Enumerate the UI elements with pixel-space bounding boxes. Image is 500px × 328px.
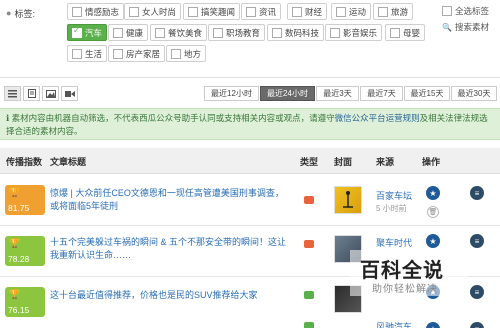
- tag-item[interactable]: 职场教育: [208, 24, 266, 41]
- tag-filter-label: ● 标签:: [6, 6, 35, 20]
- score-badge: 🏆 78.28: [5, 236, 45, 266]
- time-filter-15d[interactable]: 最近15天: [404, 86, 450, 101]
- watermark: 百科全说 助你轻松解决: [350, 250, 468, 296]
- cover-thumbnail[interactable]: [334, 186, 362, 214]
- checkbox-icon[interactable]: [171, 48, 181, 59]
- post-time: 5 小时前: [376, 204, 407, 213]
- video-icon: [304, 196, 314, 204]
- table-row: 🏆 81.75 惊爆 | 大众前任CEO文德恩和一现任高管遭美国刑事调查，或将面…: [0, 175, 500, 226]
- checkbox-icon[interactable]: [213, 27, 223, 38]
- tag-item-selected[interactable]: 汽车: [67, 24, 108, 41]
- checkbox-icon[interactable]: [155, 27, 165, 38]
- checkbox-icon[interactable]: [442, 6, 452, 16]
- image-icon: [304, 322, 314, 328]
- source-link[interactable]: 百家车坛: [376, 189, 412, 202]
- tag-item[interactable]: 餐饮美食: [150, 24, 208, 41]
- trash-icon[interactable]: 🗑: [427, 206, 439, 218]
- watermark-subtitle: 助你轻松解决: [372, 284, 438, 295]
- select-all-tags[interactable]: 全选标签: [442, 5, 489, 17]
- checkbox-checked-icon[interactable]: [72, 26, 82, 38]
- list-icon[interactable]: ≡: [470, 186, 484, 200]
- column-score[interactable]: 传播指数: [6, 155, 42, 168]
- image-icon: [304, 291, 314, 299]
- rules-link[interactable]: 微信公众平台运营规则: [335, 113, 420, 123]
- checkbox-icon[interactable]: [113, 48, 123, 59]
- tag-item[interactable]: 健康: [108, 24, 149, 41]
- column-cover: 封面: [334, 157, 353, 167]
- favorite-star-icon[interactable]: ★: [426, 322, 440, 328]
- checkbox-icon[interactable]: [113, 27, 123, 38]
- search-material-link[interactable]: 🔍 搜索素材: [442, 21, 489, 33]
- checkbox-icon[interactable]: [72, 48, 82, 59]
- notice-text: 素材内容由机器自动筛选，不代表西瓜公众号助手认同或支持相关内容或观点，请遵守: [11, 113, 335, 123]
- checkbox-icon[interactable]: [390, 27, 400, 38]
- checkbox-icon[interactable]: [246, 6, 256, 17]
- time-filter-3d[interactable]: 最近3天: [316, 86, 359, 101]
- time-filter-24h[interactable]: 最近24小时: [260, 86, 315, 101]
- list-icon[interactable]: ≡: [470, 285, 484, 299]
- trophy-icon: 🏆: [9, 238, 21, 248]
- checkbox-icon[interactable]: [272, 27, 282, 38]
- tag-item[interactable]: 母婴: [385, 24, 426, 41]
- time-filter-30d[interactable]: 最近30天: [451, 86, 497, 101]
- list-view-button[interactable]: [4, 86, 21, 101]
- column-operations: 操作: [422, 157, 441, 167]
- tag-item[interactable]: 旅游: [373, 3, 414, 20]
- score-badge: 🏆 81.75: [5, 185, 45, 215]
- tag-item[interactable]: 数码科技: [267, 24, 325, 41]
- tag-item[interactable]: 情感励志: [67, 3, 125, 20]
- article-title-link[interactable]: 这十台最近值得推荐，价格也是民的SUV推荐给大家: [50, 289, 290, 302]
- list-icon[interactable]: ≡: [470, 234, 484, 248]
- checkbox-icon[interactable]: [129, 6, 139, 17]
- tag-item[interactable]: 地方: [166, 45, 207, 62]
- table-row: 风驰汽车 ★ ≡: [0, 320, 500, 328]
- divider: [0, 77, 500, 78]
- column-type: 类型: [300, 157, 319, 167]
- article-title-link[interactable]: 惊爆 | 大众前任CEO文德恩和一现任高管遭美国刑事调查，或将面临5年徒刑: [50, 187, 290, 213]
- checkbox-icon[interactable]: [378, 6, 388, 17]
- tag-item[interactable]: 搞笑趣闻: [183, 3, 241, 20]
- column-title: 文章标题: [50, 157, 87, 167]
- list-icon: [8, 89, 17, 97]
- trophy-icon: 🏆: [9, 289, 21, 299]
- source-link[interactable]: 聚车时代: [376, 236, 412, 249]
- checkbox-icon[interactable]: [292, 6, 302, 17]
- table-header: 传播指数 文章标题 类型 封面 来源 操作: [0, 148, 500, 174]
- notice-banner: ℹ 素材内容由机器自动筛选，不代表西瓜公众号助手认同或支持相关内容或观点，请遵守…: [0, 108, 500, 140]
- tag-item[interactable]: 房产家居: [108, 45, 166, 62]
- search-icon: 🔍: [442, 22, 452, 32]
- favorite-star-icon[interactable]: ★: [426, 186, 440, 200]
- checkbox-icon[interactable]: [336, 6, 346, 17]
- tag-item[interactable]: 影音娱乐: [325, 24, 383, 41]
- time-filter-7d[interactable]: 最近7天: [360, 86, 403, 101]
- checkbox-icon[interactable]: [330, 27, 340, 38]
- tag-label-text: 标签:: [14, 8, 35, 19]
- video-icon: [64, 90, 75, 97]
- source-link[interactable]: 风驰汽车: [376, 320, 412, 328]
- video-filter-button[interactable]: [61, 86, 78, 101]
- article-icon: [27, 89, 36, 98]
- column-source: 来源: [376, 157, 395, 167]
- video-icon: [304, 240, 314, 248]
- tag-item[interactable]: 财经: [287, 3, 328, 20]
- score-badge: 🏆 76.15: [5, 287, 45, 317]
- time-filter-12h[interactable]: 最近12小时: [204, 86, 259, 101]
- article-title-link[interactable]: 十五个完美躲过车祸的瞬间 & 五个不那安全带的瞬间！这让我重新认识生命……: [50, 236, 290, 262]
- article-filter-button[interactable]: [23, 86, 40, 101]
- tag-item[interactable]: 运动: [331, 3, 372, 20]
- tag-item[interactable]: 女人时尚: [124, 3, 182, 20]
- tag-icon: ●: [6, 8, 12, 18]
- checkbox-icon[interactable]: [188, 6, 198, 17]
- cover-image: [343, 191, 353, 208]
- trophy-icon: 🏆: [9, 187, 21, 197]
- tag-item[interactable]: 资讯: [241, 3, 282, 20]
- image-icon: [45, 89, 56, 98]
- checkbox-icon[interactable]: [72, 6, 82, 17]
- watermark-title: 百科全说: [360, 260, 444, 282]
- image-filter-button[interactable]: [42, 86, 59, 101]
- tag-item[interactable]: 生活: [67, 45, 108, 62]
- favorite-star-icon[interactable]: ★: [426, 234, 440, 248]
- list-icon[interactable]: ≡: [470, 322, 484, 328]
